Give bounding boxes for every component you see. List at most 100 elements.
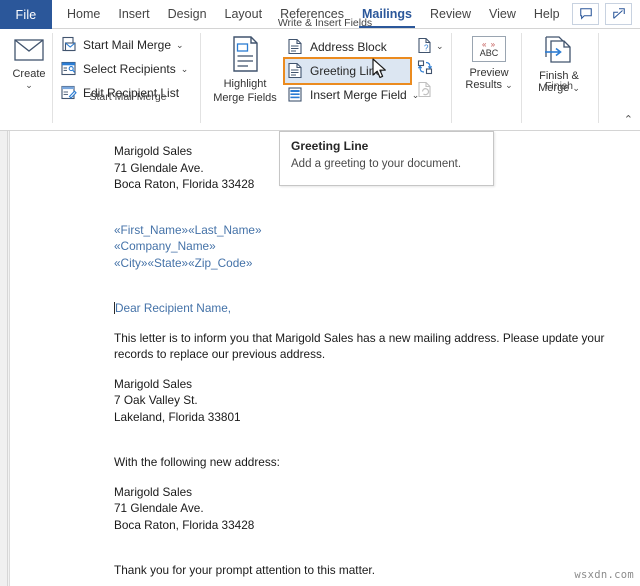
select-recipients-label: Select Recipients (83, 62, 176, 76)
doc-spacer (114, 206, 614, 222)
tab-help[interactable]: Help (525, 0, 569, 28)
tab-home[interactable]: Home (58, 0, 109, 28)
match-fields-icon (417, 60, 433, 75)
create-chevron-down-icon[interactable]: ⌄ (25, 81, 33, 90)
rules-chevron-down-icon[interactable]: ⌄ (436, 41, 444, 52)
ribbon-separator (200, 33, 201, 123)
start-mail-merge-button[interactable]: Start Mail Merge ⌄ (58, 33, 198, 57)
select-recipients-button[interactable]: Select Recipients ⌄ (58, 57, 198, 81)
tooltip-title: Greeting Line (291, 139, 369, 153)
address-block-label: Address Block (310, 40, 387, 54)
envelope-icon (14, 39, 44, 61)
greeting-line-text-wrapper: Dear Recipient Name, (114, 300, 614, 317)
old-address-line-1: Marigold Sales (114, 376, 193, 391)
match-fields-button[interactable] (417, 57, 447, 79)
tab-insert[interactable]: Insert (109, 0, 158, 28)
preview-results-icon: « » ABC (472, 36, 506, 62)
share-button[interactable] (605, 3, 632, 25)
highlight-merge-fields-icon (233, 36, 258, 72)
new-address-block: Marigold Sales 71 Glendale Ave. Boca Rat… (114, 484, 614, 534)
body-paragraph-1: This letter is to inform you that Marigo… (114, 330, 605, 362)
tab-review[interactable]: Review (421, 0, 480, 28)
closing-thanks: Thank you for your prompt attention to t… (114, 563, 375, 577)
write-insert-field-list: Address Block Greeting Line Insert Merge… (283, 35, 419, 107)
ribbon-group-preview-results: « » ABC Preview Results ⌄ (458, 31, 520, 91)
tab-home-label: Home (67, 7, 101, 21)
tab-file[interactable]: File (0, 0, 52, 29)
preview-results-label-line2: Results (465, 79, 503, 91)
write-insert-side-icons: ? ⌄ (417, 35, 447, 101)
highlight-line1: Highlight (223, 78, 267, 90)
highlight-merge-fields-button[interactable]: Highlight Merge Fields (210, 35, 280, 105)
group-label-finish: Finish (544, 80, 573, 92)
comments-icon (579, 8, 592, 20)
new-address-line-3: Boca Raton, Florida 33428 (114, 517, 255, 532)
document-page[interactable]: Marigold Sales 71 Glendale Ave. Boca Rat… (9, 131, 640, 586)
merge-field-line-1: «First_Name»«Last_Name» (114, 222, 262, 237)
rules-button[interactable]: ? ⌄ (417, 35, 447, 57)
doc-spacer (114, 546, 614, 562)
tab-review-label: Review (430, 7, 472, 21)
greeting-line-button[interactable]: Greeting Line (285, 59, 410, 83)
tab-design-label: Design (167, 7, 207, 21)
share-icon (612, 8, 625, 19)
tab-view-label: View (489, 7, 516, 21)
preview-results-label-line1: Preview (469, 67, 509, 79)
preview-results-chevron-down-icon[interactable]: ⌄ (505, 80, 513, 91)
doc-spacer (114, 284, 614, 300)
group-label-write-insert-fields: Write & Insert Fields (277, 17, 373, 29)
preview-results-button[interactable]: « » ABC Preview Results ⌄ (458, 31, 520, 91)
ribbon-separator (521, 33, 522, 123)
new-address-line-1: Marigold Sales (114, 484, 193, 499)
old-address-line-3: Lakeland, Florida 33801 (114, 409, 241, 424)
tab-design[interactable]: Design (159, 0, 216, 28)
merge-field-line-2: «Company_Name» (114, 239, 216, 253)
create-button[interactable]: Create ⌄ (6, 31, 52, 90)
insert-merge-field-icon (287, 86, 305, 104)
ribbon-group-finish: Finish & Merge ⌄ Finish (526, 31, 592, 94)
greeting-line-label: Greeting Line (310, 64, 383, 78)
titlebar-actions (572, 0, 640, 28)
ribbon: Create ⌄ Start Mail Merge ⌄ Select Recip… (0, 17, 640, 131)
ribbon-separator (52, 33, 53, 123)
svg-text:?: ? (424, 44, 429, 53)
highlight-line2: Merge Fields (213, 92, 277, 104)
ribbon-group-start-mail-merge: Start Mail Merge ⌄ Select Recipients ⌄ E… (58, 33, 198, 105)
greeting-line-text: Dear Recipient Name, (115, 301, 232, 315)
start-mail-merge-label: Start Mail Merge (83, 38, 172, 52)
preview-guillemets: « » (481, 39, 497, 49)
select-recipients-icon (60, 60, 78, 78)
start-mail-merge-icon (60, 36, 78, 54)
document-text[interactable]: Marigold Sales 71 Glendale Ave. Boca Rat… (114, 143, 614, 586)
create-button-label: Create (12, 68, 46, 80)
address-block-button[interactable]: Address Block (285, 35, 410, 59)
update-labels-button (417, 79, 447, 101)
tab-insert-label: Insert (118, 7, 150, 21)
insert-merge-field-button[interactable]: Insert Merge Field ⌄ (285, 83, 419, 107)
start-mail-merge-chevron-down-icon[interactable]: ⌄ (176, 40, 184, 51)
greeting-line-icon (287, 62, 305, 80)
tab-file-label: File (15, 7, 37, 22)
finish-merge-icon (545, 36, 571, 63)
tooltip-description: Add a greeting to your document. (291, 158, 462, 170)
ribbon-separator (598, 33, 599, 123)
ribbon-group-create: Create ⌄ (6, 31, 52, 90)
address-block-icon (287, 38, 305, 56)
tab-view[interactable]: View (480, 0, 525, 28)
tab-help-label: Help (533, 7, 560, 21)
document-area: Marigold Sales 71 Glendale Ave. Boca Rat… (0, 131, 640, 586)
watermark: wsxdn.com (574, 569, 634, 581)
insert-merge-field-label: Insert Merge Field (310, 88, 407, 102)
doc-spacer (114, 438, 614, 454)
comments-button[interactable] (572, 3, 599, 25)
document-left-rail (0, 131, 8, 586)
select-recipients-chevron-down-icon[interactable]: ⌄ (181, 64, 189, 75)
new-address-line-2: 71 Glendale Ave. (114, 501, 204, 515)
update-labels-icon (418, 81, 431, 98)
merge-fields-block: «First_Name»«Last_Name» «Company_Name» «… (114, 222, 614, 272)
highlight-merge-fields-label: Highlight Merge Fields (213, 77, 277, 105)
group-label-start-mail-merge: Start Mail Merge (89, 91, 167, 103)
collapse-ribbon-icon[interactable]: ⌃ (624, 113, 633, 126)
preview-abc-text: ABC (479, 47, 499, 58)
old-address-line-2: 7 Oak Valley St. (114, 393, 198, 407)
